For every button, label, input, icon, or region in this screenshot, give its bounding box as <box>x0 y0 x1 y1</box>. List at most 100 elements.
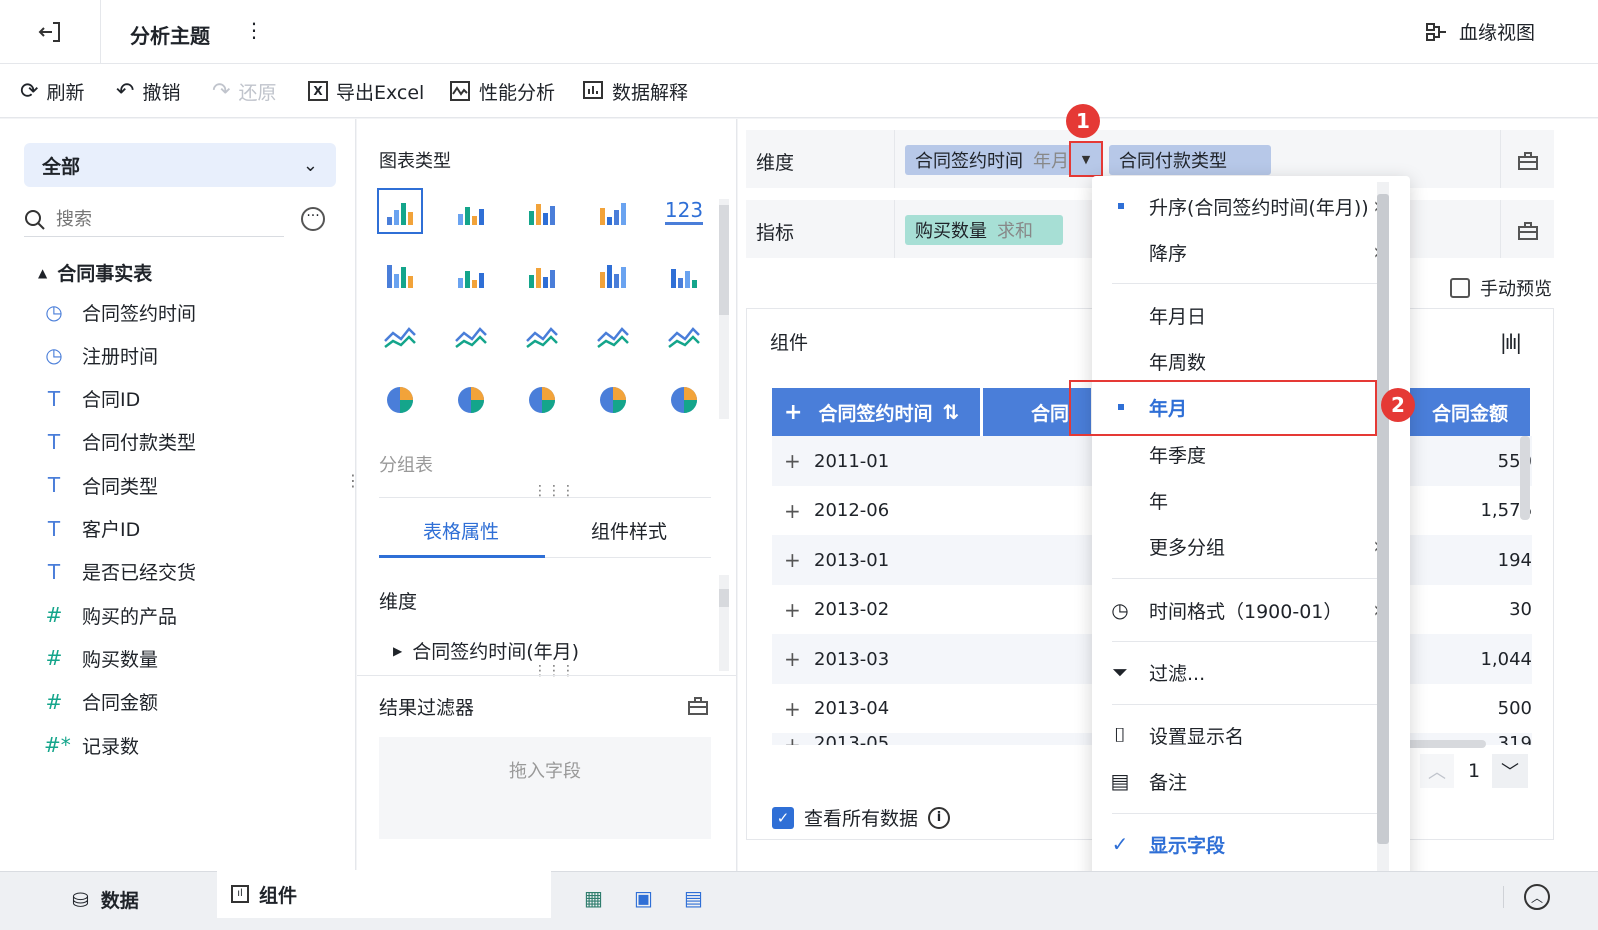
collapse-up-icon[interactable]: ︿ <box>1524 884 1550 910</box>
expand-row-icon[interactable]: + <box>784 548 802 572</box>
field-item[interactable]: ◷ 注册时间 <box>44 339 158 371</box>
chart-grid-scrollbar[interactable] <box>719 199 729 419</box>
export-excel-button[interactable]: X 导出Excel <box>308 64 424 118</box>
more-icon[interactable]: ··· <box>301 207 325 231</box>
range-bar-chart-icon[interactable] <box>590 251 636 297</box>
filter-drop-zone[interactable]: 拖入字段 <box>379 737 711 839</box>
scatter-chart-icon[interactable] <box>590 377 636 423</box>
menu-item-note[interactable]: ▤ 备注 <box>1092 761 1392 801</box>
refresh-button[interactable]: ⟳ 刷新 <box>20 64 84 118</box>
row-date: 2012-06 <box>814 500 890 521</box>
menu-item-year-month-day[interactable]: 年月日 <box>1092 295 1392 335</box>
expand-row-icon[interactable]: + <box>784 733 802 745</box>
expand-row-icon[interactable]: + <box>784 697 802 721</box>
multi-line-chart-icon[interactable] <box>377 314 423 360</box>
scope-select[interactable]: 全部 ⌄ <box>24 143 336 187</box>
expand-row-icon[interactable]: + <box>784 647 802 671</box>
ring-chart-icon[interactable] <box>519 377 565 423</box>
pagination-next-button[interactable]: ﹀ <box>1492 754 1528 788</box>
measure-pill-quantity[interactable]: 购买数量 求和 <box>905 215 1063 245</box>
performance-analysis-button[interactable]: 性能分析 <box>449 64 555 118</box>
menu-item-ascending[interactable]: 升序(合同签约时间(年月))› <box>1092 186 1392 226</box>
search-input[interactable] <box>56 209 256 230</box>
stacked-bar-chart-icon[interactable] <box>377 251 423 297</box>
gauge-chart-icon[interactable] <box>661 314 707 360</box>
field-item[interactable]: T 是否已经交货 <box>44 556 196 588</box>
tab-component-style[interactable]: 组件样式 <box>591 517 667 544</box>
waterfall-chart-icon[interactable] <box>661 251 707 297</box>
pie-chart-icon[interactable] <box>377 377 423 423</box>
tab-data[interactable]: ⛁ 数据 <box>72 886 139 913</box>
field-item[interactable]: # 购买的产品 <box>44 599 177 631</box>
add-chart-icon[interactable]: ▦ <box>584 886 603 910</box>
table-node[interactable]: ▲ 合同事实表 <box>38 259 152 286</box>
chart-switch-icon[interactable]: |ılı| <box>1500 330 1522 354</box>
stacked-area-chart-icon[interactable] <box>590 314 636 360</box>
expand-row-icon[interactable]: + <box>784 499 802 523</box>
menu-item-filter[interactable]: ⏷ 过滤... <box>1092 652 1392 692</box>
bubble-chart-icon[interactable] <box>661 377 707 423</box>
drag-handle[interactable]: ⋮⋮⋮ <box>533 663 575 679</box>
dimension-toolbox-icon[interactable] <box>1517 150 1539 177</box>
group-table-chart-icon[interactable] <box>377 188 423 234</box>
menu-scrollbar[interactable] <box>1377 182 1389 924</box>
area-line-chart-icon[interactable] <box>448 314 494 360</box>
manual-preview-toggle[interactable]: 手动预览 <box>1450 275 1552 301</box>
multi-chart-chart-icon[interactable] <box>590 188 636 234</box>
props-scrollbar[interactable] <box>719 575 729 671</box>
tab-component[interactable]: ıl 组件 <box>217 870 551 918</box>
measure-toolbox-icon[interactable] <box>1517 220 1539 247</box>
data-explain-button[interactable]: 数据解释 <box>582 64 688 118</box>
dimension-tree-item[interactable]: ▶ 合同签约时间(年月) <box>393 637 579 664</box>
search-field[interactable] <box>24 203 284 237</box>
kpi-card-chart-icon[interactable]: 123 <box>661 188 707 234</box>
table-header-col3[interactable]: 合同金额 <box>1410 388 1530 436</box>
field-item[interactable]: #* 记录数 <box>44 729 139 761</box>
text-icon: T <box>47 386 61 411</box>
menu-item-set-display-name[interactable]: ⌷ 设置显示名 <box>1092 715 1392 755</box>
exit-icon[interactable] <box>36 18 64 46</box>
toolbox-icon[interactable] <box>687 695 709 722</box>
dimension-pill-payment-type[interactable]: 合同付款类型 <box>1109 145 1271 175</box>
lineage-view-button[interactable]: 血缘视图 <box>1425 18 1535 45</box>
add-dashboard-icon[interactable]: ▣ <box>634 886 653 910</box>
menu-item-descending[interactable]: 降序› <box>1092 232 1392 272</box>
menu-item-year[interactable]: 年 <box>1092 480 1392 520</box>
info-icon[interactable]: i <box>928 806 951 829</box>
field-item[interactable]: ◷ 合同签约时间 <box>44 296 196 328</box>
rose-pie-chart-icon[interactable] <box>448 377 494 423</box>
clock-icon: ◷ <box>1111 598 1129 622</box>
sort-icon[interactable]: ⇅ <box>942 400 959 424</box>
field-item[interactable]: # 合同金额 <box>44 686 158 718</box>
expand-all-icon[interactable]: + <box>784 400 802 425</box>
radar-chart-icon[interactable] <box>519 314 565 360</box>
dimension-dropdown-trigger[interactable]: ▼ <box>1069 141 1103 177</box>
cross-table-chart-icon[interactable] <box>448 188 494 234</box>
detail-table-chart-icon[interactable] <box>519 188 565 234</box>
menu-item-show-field[interactable]: ✓ 显示字段 <box>1092 824 1392 864</box>
field-item[interactable]: T 合同付款类型 <box>44 426 196 458</box>
pagination-prev-button[interactable]: ︿ <box>1420 754 1454 788</box>
grouped-bar-chart-icon[interactable] <box>448 251 494 297</box>
menu-item-year-week[interactable]: 年周数 <box>1092 341 1392 381</box>
menu-item-year-quarter[interactable]: 年季度 <box>1092 434 1392 474</box>
table-header-col1[interactable]: + 合同签约时间 ⇅ <box>772 388 980 436</box>
field-item[interactable]: # 购买数量 <box>44 642 158 674</box>
menu-item-more-groups[interactable]: 更多分组› <box>1092 526 1392 566</box>
manual-preview-checkbox[interactable] <box>1450 278 1470 298</box>
undo-button[interactable]: ↶ 撤销 <box>116 64 180 118</box>
menu-item-time-format[interactable]: ◷时间格式（1900-01）› <box>1092 590 1392 630</box>
redo-button[interactable]: ↷ 还原 <box>212 64 276 118</box>
expand-row-icon[interactable]: + <box>784 598 802 622</box>
table-v-scrollbar[interactable] <box>1520 436 1530 520</box>
add-report-icon[interactable]: ▤ <box>684 886 703 910</box>
field-item[interactable]: T 合同ID <box>44 383 140 415</box>
more-options-icon[interactable]: ⋮ <box>244 18 264 42</box>
view-all-checkbox[interactable]: ✓ <box>772 806 794 829</box>
field-item[interactable]: T 合同类型 <box>44 469 158 501</box>
multi-bar-chart-icon[interactable] <box>519 251 565 297</box>
view-all-data-toggle[interactable]: ✓ 查看所有数据 i <box>772 804 951 831</box>
tab-table-properties[interactable]: 表格属性 <box>423 517 499 544</box>
expand-row-icon[interactable]: + <box>784 449 802 473</box>
field-item[interactable]: T 客户ID <box>44 513 140 545</box>
